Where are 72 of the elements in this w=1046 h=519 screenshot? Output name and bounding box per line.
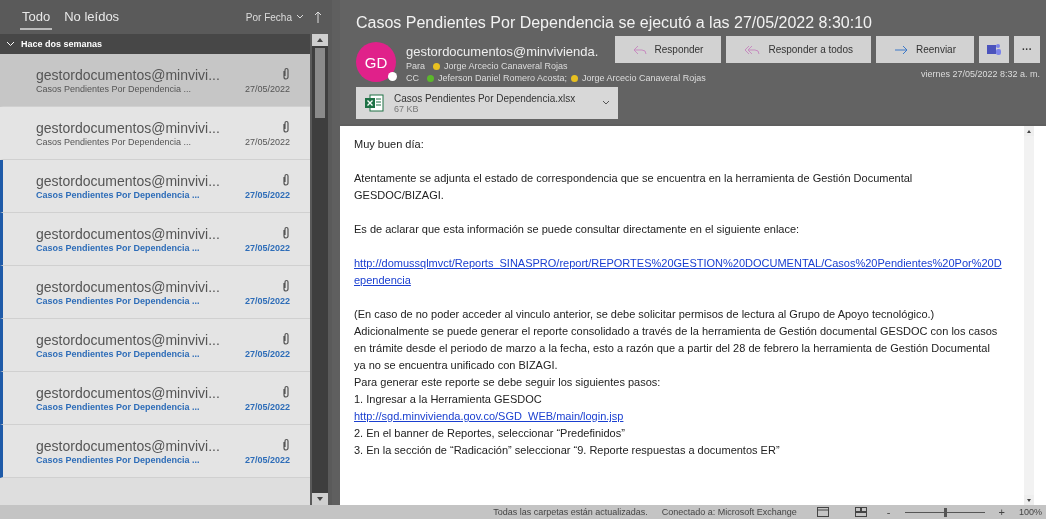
body-text: Atentamente se adjunta el estado de correspondencia que se encuentra en la herramienta de Gestión Documental GESDOC/BIZAGI. — [354, 171, 914, 203]
sort-direction-icon[interactable] — [314, 11, 322, 23]
message-item[interactable]: gestordocumentos@minvivi... Casos Pendientes Por Dependencia ... 27/05/2022 — [0, 213, 310, 266]
connection-status: Conectado a: Microsoft Exchange — [661, 507, 797, 517]
body-text: 3. En la sección de “Radicación” seleccionar “9. Reporte respuestas a documentos ER” — [354, 443, 781, 458]
body-text: 2. En el banner de Reportes, seleccionar “Predefinidos” — [354, 426, 626, 441]
filter-tab[interactable]: No leídos — [62, 4, 122, 30]
link[interactable]: http://domussqlmvct/Reports_SINASPRO/report/REPORTES%20GESTION%20DOCUMENTAL/Casos%20Pendientes%20Por%20Dependencia — [354, 255, 1004, 289]
sort-dropdown[interactable]: Por Fecha — [245, 11, 304, 23]
message-item[interactable]: gestordocumentos@minvivi... Casos Pendientes Por Dependencia ... 27/05/2022 — [0, 266, 310, 319]
body-text: Adicionalmente se puede generar el reporte consolidado a través de la herramienta de Gestión documental GESDOC con los casos en trámite desde el periodo de marzo a la fecha, esto a razón que a partir del 28 de febrero la herramienta de Gestión Documental ya no se encuentra unificado con BIZAGI. — [354, 324, 999, 373]
scroll-down-icon[interactable] — [312, 493, 328, 505]
scroll-up-icon[interactable] — [1024, 126, 1034, 136]
scroll-up-icon[interactable] — [312, 34, 328, 46]
normal-view-icon[interactable] — [816, 507, 829, 517]
paperclip-icon — [282, 225, 290, 239]
body-text: Muy buen día: — [354, 137, 425, 152]
link[interactable]: http://sgd.minvivienda.gov.co/SGD_WEB/main/login.jsp — [354, 408, 1004, 425]
sender-avatar: GD — [356, 42, 396, 82]
teams-button[interactable] — [979, 36, 1009, 63]
message-item[interactable]: gestordocumentos@minvivi... Casos Pendientes Por Dependencia ... 27/05/2022 — [0, 54, 310, 107]
reply-icon — [632, 44, 647, 55]
reading-view-icon[interactable] — [854, 507, 867, 517]
paperclip-icon — [282, 384, 290, 398]
message-item[interactable]: gestordocumentos@minvivi... Casos Pendientes Por Dependencia ... 27/05/2022 — [0, 160, 310, 213]
email-subject: Casos Pendientes Por Dependencia se ejecutó a las 27/05/2022 8:30:10 — [356, 14, 873, 32]
sync-status: Todas las carpetas están actualizadas. — [493, 507, 648, 517]
more-button[interactable]: ··· — [1014, 36, 1040, 63]
recipient-name[interactable]: Jeferson Daniel Romero Acosta; — [438, 73, 568, 83]
attachment-size: 67 KB — [394, 103, 420, 114]
body-text: 1. Ingresar a la Herramienta GESDOC — [354, 392, 543, 407]
paperclip-icon — [282, 437, 290, 451]
caret-icon — [296, 14, 304, 20]
caret-icon[interactable] — [602, 100, 610, 106]
chevron-icon — [6, 41, 15, 47]
forward-icon — [893, 44, 908, 55]
zoom-percent: 100% — [1018, 507, 1042, 517]
scroll-thumb[interactable] — [315, 48, 325, 118]
recipient-name[interactable]: Jorge Arcecio Canaveral Rojas — [582, 73, 706, 83]
body-text: (En caso de no poder acceder al vinculo anterior, se debe solicitar permisos de lectura al Grupo de Apoyo tecnológico.) — [354, 307, 936, 322]
spreadsheet-icon — [364, 93, 384, 113]
recipient-name[interactable]: Jorge Arcecio Canaveral Rojas — [444, 61, 568, 71]
body-text: Es de aclarar que esta información se puede consultar directamente en el siguiente enlace: — [354, 222, 801, 237]
cc-label: CC — [406, 73, 419, 83]
paperclip-icon — [282, 172, 290, 186]
to-label: Para — [406, 61, 425, 71]
scrollbar[interactable] — [1024, 126, 1034, 505]
slider-thumb[interactable] — [943, 507, 947, 517]
scrollbar[interactable] — [312, 34, 328, 505]
paperclip-icon — [282, 331, 290, 345]
attachment-name: Casos Pendientes Por Dependencia.xlsx — [394, 92, 577, 104]
sender-name: gestordocumentos@minvivienda. — [406, 44, 600, 59]
teams-icon — [987, 43, 1001, 56]
message-item[interactable]: gestordocumentos@minvivi... Casos Pendientes Por Dependencia ... 27/05/2022 — [0, 107, 310, 160]
group-header[interactable]: Hace dos semanas — [0, 34, 310, 54]
paperclip-icon — [282, 119, 290, 133]
zoom-in-button[interactable]: + — [998, 506, 1005, 518]
paperclip-icon — [282, 66, 290, 80]
message-item[interactable]: gestordocumentos@minvivi... Casos Pendientes Por Dependencia ... 27/05/2022 — [0, 319, 310, 372]
body-text: Para generar este reporte se debe seguir los siguientes pasos: — [354, 375, 662, 390]
zoom-out-button[interactable]: - — [886, 506, 891, 518]
scroll-down-icon[interactable] — [1024, 495, 1034, 505]
paperclip-icon — [282, 278, 290, 292]
received-date: viernes 27/05/2022 8:32 a. m. — [920, 69, 1040, 79]
message-item[interactable]: gestordocumentos@minvivi... Casos Pendientes Por Dependencia ... 27/05/2022 — [0, 372, 310, 425]
reply-all-button[interactable]: Responder a todos — [726, 36, 871, 63]
forward-button[interactable]: Reenviar — [875, 36, 974, 63]
message-item[interactable]: gestordocumentos@minvivi... Casos Pendientes Por Dependencia ... 27/05/2022 — [0, 425, 310, 478]
attachment-card[interactable]: Casos Pendientes Por Dependencia.xlsx 67 KB — [356, 87, 618, 119]
reply-button[interactable]: Responder — [614, 36, 722, 63]
filter-tab[interactable]: Todo — [20, 4, 53, 30]
reply-all-icon — [744, 44, 761, 55]
